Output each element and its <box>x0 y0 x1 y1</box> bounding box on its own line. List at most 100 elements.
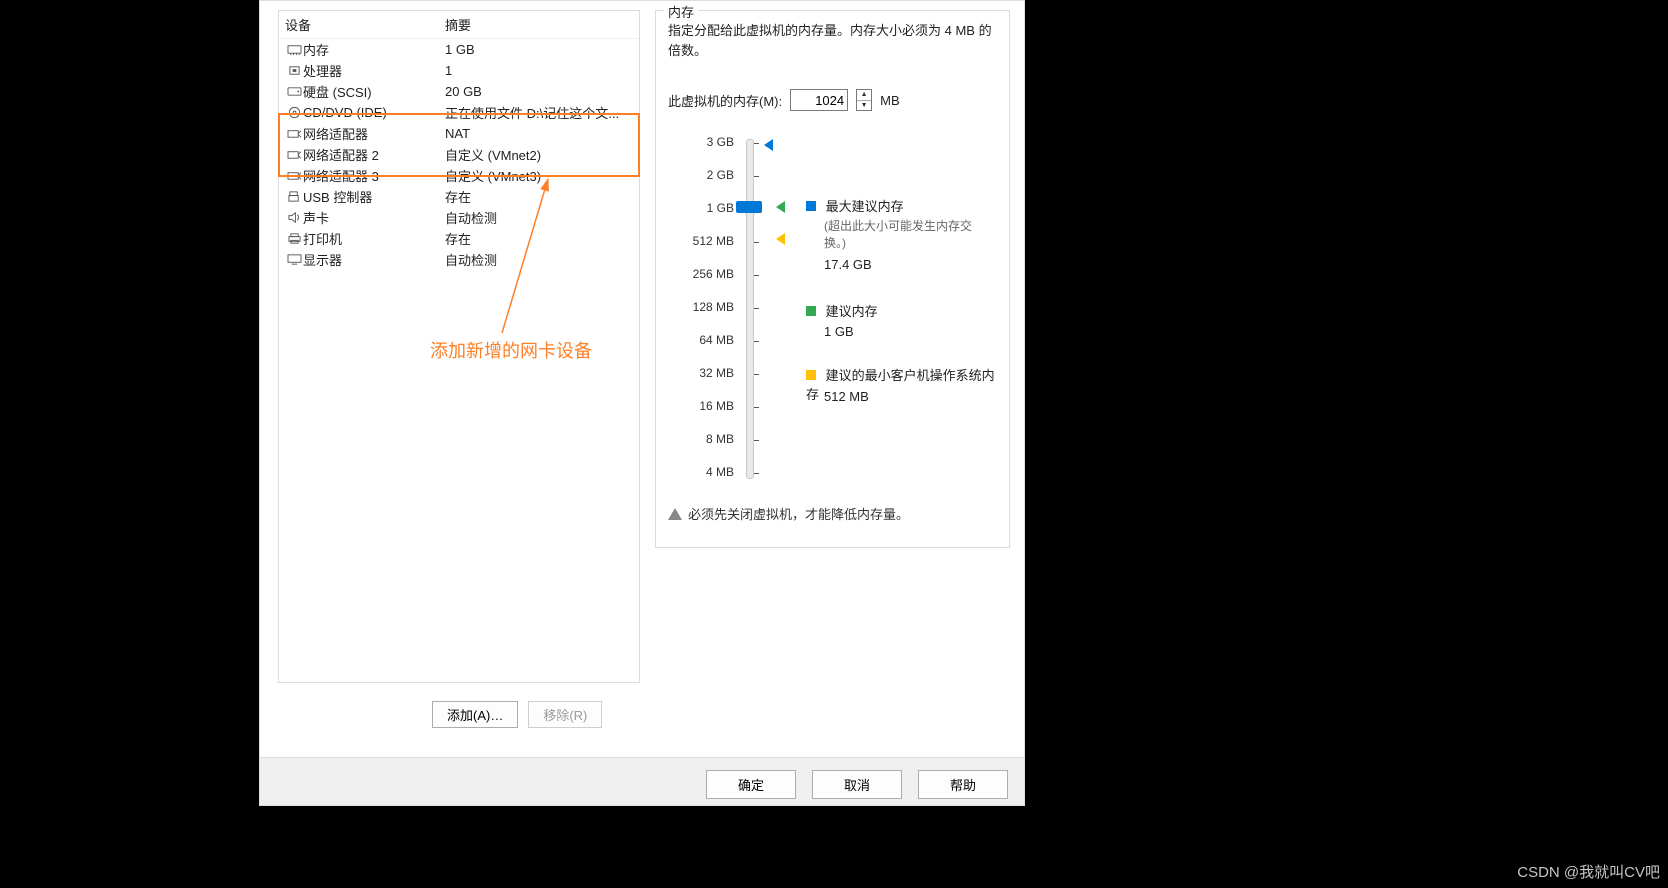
min-square-icon <box>806 370 816 380</box>
slider-tick <box>754 440 759 441</box>
slider-tick-label: 256 MB <box>676 267 734 281</box>
slider-tick-label: 128 MB <box>676 300 734 314</box>
device-value: 1 <box>445 63 633 78</box>
watermark-text: CSDN @我就叫CV吧 <box>1517 861 1660 882</box>
memory-description: 指定分配给此虚拟机的内存量。内存大小必须为 4 MB 的倍数。 <box>668 21 999 60</box>
header-device: 设备 <box>285 15 445 34</box>
device-value: 存在 <box>445 229 633 248</box>
printer-icon <box>285 232 303 245</box>
device-value: 自定义 (VMnet2) <box>445 145 633 164</box>
device-row[interactable]: 显示器自动检测 <box>279 249 639 270</box>
slider-tick-label: 32 MB <box>676 366 734 380</box>
slider-tick <box>754 176 759 177</box>
slider-tick-label: 4 MB <box>676 465 734 479</box>
warning-icon <box>668 508 682 520</box>
device-name: 网络适配器 2 <box>303 145 445 164</box>
vm-settings-window: 设备 摘要 内存1 GB处理器1硬盘 (SCSI)20 GBCD/DVD (ID… <box>259 0 1025 806</box>
device-row[interactable]: USB 控制器存在 <box>279 186 639 207</box>
slider-tick-label: 16 MB <box>676 399 734 413</box>
net-icon <box>285 148 303 161</box>
net-icon <box>285 127 303 140</box>
slider-tick <box>754 341 759 342</box>
device-row[interactable]: 硬盘 (SCSI)20 GB <box>279 81 639 102</box>
max-square-icon <box>806 201 816 211</box>
device-row[interactable]: 声卡自动检测 <box>279 207 639 228</box>
slider-tick <box>754 242 759 243</box>
slider-tick <box>754 374 759 375</box>
device-name: USB 控制器 <box>303 187 445 206</box>
usb-icon <box>285 190 303 203</box>
device-list-header: 设备 摘要 <box>279 11 639 39</box>
device-value: 1 GB <box>445 42 633 57</box>
rec-memory-label: 建议内存 <box>826 304 878 319</box>
min-memory-value: 512 MB <box>824 389 869 404</box>
slider-tick <box>754 407 759 408</box>
net-icon <box>285 169 303 182</box>
cancel-button[interactable]: 取消 <box>812 770 902 799</box>
max-memory-label: 最大建议内存 <box>826 199 904 214</box>
memory-input[interactable] <box>790 89 848 111</box>
remove-button[interactable]: 移除(R) <box>528 701 602 728</box>
device-row[interactable]: 网络适配器NAT <box>279 123 639 144</box>
slider-tick-label: 3 GB <box>676 135 734 149</box>
memory-warning: 必须先关闭虚拟机，才能降低内存量。 <box>668 504 909 523</box>
display-icon <box>285 253 303 266</box>
max-memory-sub1: (超出此大小可能发生内存交换。) <box>824 217 974 251</box>
device-value: 存在 <box>445 187 633 206</box>
memory-spinner[interactable]: ▲▼ <box>856 89 872 111</box>
device-row[interactable]: 处理器1 <box>279 60 639 81</box>
rec-memory-value: 1 GB <box>824 324 854 339</box>
device-name: CD/DVD (IDE) <box>303 105 445 120</box>
device-row[interactable]: 网络适配器 3自定义 (VMnet3) <box>279 165 639 186</box>
device-name: 显示器 <box>303 250 445 269</box>
slider-tick-label: 512 MB <box>676 234 734 248</box>
slider-tick-label: 8 MB <box>676 432 734 446</box>
device-row[interactable]: 打印机存在 <box>279 228 639 249</box>
device-row[interactable]: 内存1 GB <box>279 39 639 60</box>
ok-button[interactable]: 确定 <box>706 770 796 799</box>
cd-icon <box>285 106 303 119</box>
slider-tick <box>754 143 759 144</box>
spin-up-icon[interactable]: ▲ <box>857 90 871 101</box>
device-value: 自定义 (VMnet3) <box>445 166 633 185</box>
device-name: 处理器 <box>303 61 445 80</box>
header-summary: 摘要 <box>445 15 471 34</box>
dialog-bottom-bar: 确定 取消 帮助 <box>260 757 1024 805</box>
device-name: 网络适配器 <box>303 124 445 143</box>
slider-thumb[interactable] <box>736 201 762 213</box>
memory-field-label: 此虚拟机的内存(M): <box>668 91 782 110</box>
hdd-icon <box>285 85 303 98</box>
max-memory-value: 17.4 GB <box>824 257 872 272</box>
cpu-icon <box>285 64 303 77</box>
marker-min-icon <box>776 233 785 245</box>
help-button[interactable]: 帮助 <box>918 770 1008 799</box>
device-value: 自动检测 <box>445 208 633 227</box>
slider-tick <box>754 275 759 276</box>
device-row[interactable]: 网络适配器 2自定义 (VMnet2) <box>279 144 639 165</box>
device-value: 自动检测 <box>445 250 633 269</box>
spin-down-icon[interactable]: ▼ <box>857 101 871 111</box>
memory-warning-text: 必须先关闭虚拟机，才能降低内存量。 <box>688 504 909 523</box>
device-row[interactable]: CD/DVD (IDE)正在使用文件 D:\记住这个文... <box>279 102 639 123</box>
slider-tick <box>754 473 759 474</box>
memory-slider[interactable]: 3 GB 2 GB 1 GB 512 MB 256 MB 128 MB 64 MB 32 MB… <box>676 129 1006 489</box>
slider-tick-label: 1 GB <box>676 201 734 215</box>
memory-legend: 内存 <box>664 2 698 21</box>
device-name: 声卡 <box>303 208 445 227</box>
add-button[interactable]: 添加(A)… <box>432 701 518 728</box>
memory-unit: MB <box>880 93 900 108</box>
slider-tick <box>754 308 759 309</box>
device-name: 打印机 <box>303 229 445 248</box>
device-value: 正在使用文件 D:\记住这个文... <box>445 103 633 122</box>
marker-rec-icon <box>776 201 785 213</box>
rec-square-icon <box>806 306 816 316</box>
slider-tick-label: 64 MB <box>676 333 734 347</box>
device-name: 内存 <box>303 40 445 59</box>
device-name: 网络适配器 3 <box>303 166 445 185</box>
device-name: 硬盘 (SCSI) <box>303 82 445 101</box>
memory-icon <box>285 43 303 56</box>
device-list-panel: 设备 摘要 内存1 GB处理器1硬盘 (SCSI)20 GBCD/DVD (ID… <box>278 10 640 683</box>
slider-tick-label: 2 GB <box>676 168 734 182</box>
slider-track[interactable] <box>746 139 754 479</box>
marker-max-icon <box>764 139 773 151</box>
